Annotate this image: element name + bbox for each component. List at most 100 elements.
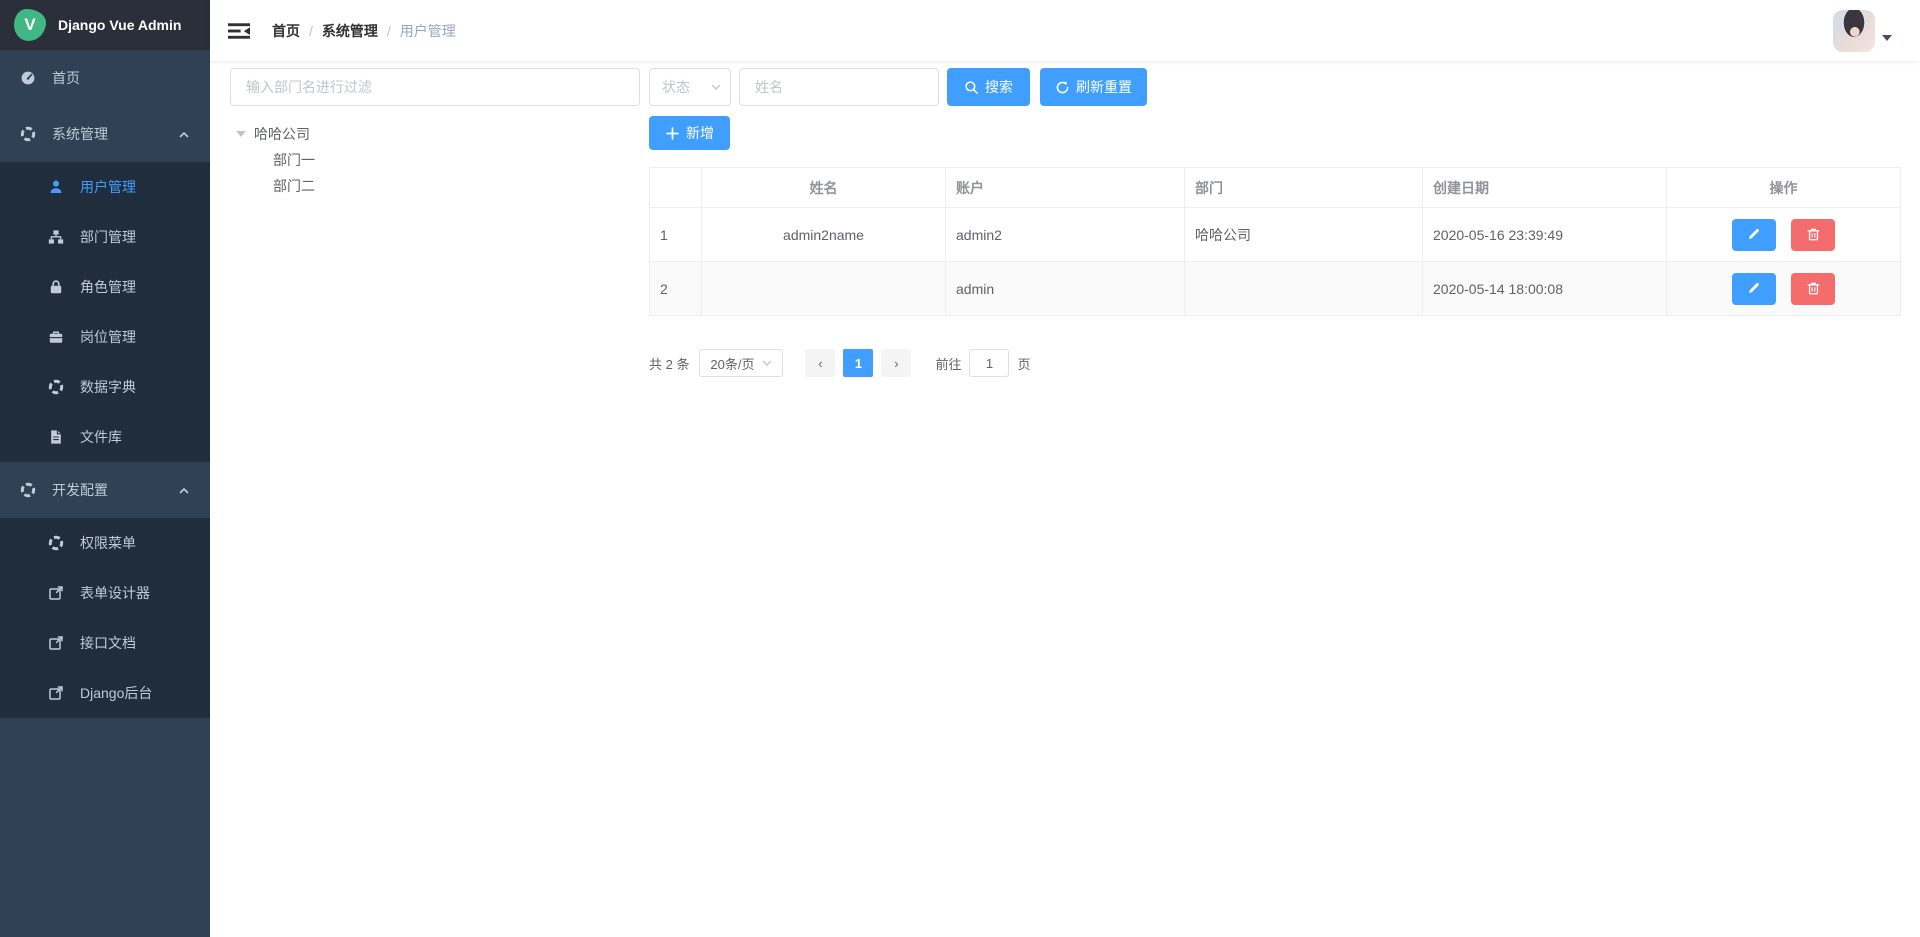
chevron-up-icon xyxy=(178,484,190,496)
sidebar-item-users[interactable]: 用户管理 xyxy=(0,162,210,212)
edit-button[interactable] xyxy=(1732,219,1776,251)
app-root: V Django Vue Admin 首页 系统管理 用户管理 部门 xyxy=(0,0,1920,937)
table-row: 2 admin 2020-05-14 18:00:08 xyxy=(650,262,1901,316)
refresh-icon xyxy=(1055,80,1070,95)
page-size-select[interactable]: 20条/页 xyxy=(699,349,783,377)
trash-icon xyxy=(1806,281,1821,296)
sidebar-item-departments[interactable]: 部门管理 xyxy=(0,212,210,262)
page-number-button[interactable]: 1 xyxy=(843,349,873,377)
caret-down-icon[interactable] xyxy=(1882,35,1892,41)
col-header-account: 账户 xyxy=(946,168,1185,208)
tree-node-label: 部门二 xyxy=(273,176,315,196)
sidebar-item-api-docs[interactable]: 接口文档 xyxy=(0,618,210,668)
tree-node-child[interactable]: 部门二 xyxy=(230,173,640,199)
external-link-icon xyxy=(48,685,64,701)
dashboard-icon xyxy=(20,70,36,86)
status-select-placeholder: 状态 xyxy=(662,77,690,97)
sidebar-item-devconfig[interactable]: 开发配置 xyxy=(0,462,210,518)
sidebar-menu: 首页 系统管理 用户管理 部门管理 角色管理 xyxy=(0,50,210,937)
cell-name: admin2name xyxy=(702,208,946,262)
cell-name xyxy=(702,262,946,316)
app-logo-icon: V xyxy=(14,9,46,41)
plus-icon xyxy=(665,126,680,141)
avatar[interactable] xyxy=(1833,10,1875,52)
cell-department: 哈哈公司 xyxy=(1185,208,1423,262)
sidebar-item-home[interactable]: 首页 xyxy=(0,50,210,106)
filter-row: 状态 搜索 刷新重置 xyxy=(649,68,1901,106)
search-button-label: 搜索 xyxy=(985,77,1013,97)
main-area: 首页 / 系统管理 / 用户管理 哈哈公司 xyxy=(210,0,1920,937)
pagination: 共 2 条 20条/页 ‹ 1 › 前往 页 xyxy=(649,349,1901,377)
top-navbar: 首页 / 系统管理 / 用户管理 xyxy=(210,0,1920,61)
tree-expand-caret-icon[interactable] xyxy=(236,131,246,137)
add-button-label: 新增 xyxy=(686,123,714,143)
col-header-created: 创建日期 xyxy=(1423,168,1667,208)
tree-node-child[interactable]: 部门一 xyxy=(230,147,640,173)
app-title: Django Vue Admin xyxy=(58,17,181,33)
department-panel: 哈哈公司 部门一 部门二 xyxy=(230,68,640,199)
next-page-button[interactable]: › xyxy=(881,349,911,377)
breadcrumb-item-home[interactable]: 首页 xyxy=(272,21,300,41)
component-icon xyxy=(20,482,36,498)
page-content: 哈哈公司 部门一 部门二 状态 xyxy=(210,61,1920,937)
breadcrumb-item-system[interactable]: 系统管理 xyxy=(322,21,378,41)
delete-button[interactable] xyxy=(1791,273,1835,305)
name-filter-input[interactable] xyxy=(739,68,939,106)
pagination-total: 共 2 条 xyxy=(649,354,689,373)
navbar-right xyxy=(1833,10,1892,52)
sidebar-item-label: 权限菜单 xyxy=(80,533,136,553)
external-link-icon xyxy=(48,585,64,601)
chevron-down-icon xyxy=(710,81,722,93)
add-button[interactable]: 新增 xyxy=(649,116,730,150)
cell-actions xyxy=(1667,208,1901,262)
table-row: 1 admin2name admin2 哈哈公司 2020-05-16 23:3… xyxy=(650,208,1901,262)
lock-icon xyxy=(48,279,64,295)
sidebar-item-label: 角色管理 xyxy=(80,277,136,297)
sidebar-item-system[interactable]: 系统管理 xyxy=(0,106,210,162)
sidebar-item-posts[interactable]: 岗位管理 xyxy=(0,312,210,362)
delete-button[interactable] xyxy=(1791,219,1835,251)
edit-button[interactable] xyxy=(1732,273,1776,305)
trash-icon xyxy=(1806,227,1821,242)
sidebar-item-roles[interactable]: 角色管理 xyxy=(0,262,210,312)
goto-label: 前往 xyxy=(935,354,961,373)
sidebar-item-files[interactable]: 文件库 xyxy=(0,412,210,462)
edit-pencil-icon xyxy=(1746,227,1761,242)
cell-created: 2020-05-16 23:39:49 xyxy=(1423,208,1667,262)
prev-page-button[interactable]: ‹ xyxy=(805,349,835,377)
search-button[interactable]: 搜索 xyxy=(947,68,1030,106)
table-header-row: 姓名 账户 部门 创建日期 操作 xyxy=(650,168,1901,208)
sidebar-item-label: 开发配置 xyxy=(52,480,108,500)
chevron-up-icon xyxy=(178,128,190,140)
col-header-index xyxy=(650,168,702,208)
refresh-reset-button[interactable]: 刷新重置 xyxy=(1040,68,1147,106)
sidebar-item-dictionary[interactable]: 数据字典 xyxy=(0,362,210,412)
sidebar-item-label: 岗位管理 xyxy=(80,327,136,347)
breadcrumb-item-current: 用户管理 xyxy=(400,21,456,41)
sidebar-item-label: 部门管理 xyxy=(80,227,136,247)
cell-account: admin xyxy=(946,262,1185,316)
cell-index: 2 xyxy=(650,262,702,316)
sitemap-icon xyxy=(48,229,64,245)
external-link-icon xyxy=(48,635,64,651)
status-select[interactable]: 状态 xyxy=(649,68,731,106)
sidebar-item-label: 数据字典 xyxy=(80,377,136,397)
users-table: 姓名 账户 部门 创建日期 操作 1 admin2name admin2 哈哈公 xyxy=(649,167,1901,316)
sidebar-item-permission-menu[interactable]: 权限菜单 xyxy=(0,518,210,568)
submenu-devconfig: 权限菜单 表单设计器 接口文档 Django后台 xyxy=(0,518,210,718)
sidebar: V Django Vue Admin 首页 系统管理 用户管理 部门 xyxy=(0,0,210,937)
dept-filter-input[interactable] xyxy=(230,68,640,106)
component-icon xyxy=(48,379,64,395)
sidebar-item-label: 用户管理 xyxy=(80,177,136,197)
hamburger-icon[interactable] xyxy=(228,20,250,42)
department-tree: 哈哈公司 部门一 部门二 xyxy=(230,121,640,199)
col-header-department: 部门 xyxy=(1185,168,1423,208)
logo-link[interactable]: V Django Vue Admin xyxy=(0,0,210,50)
sidebar-item-django-admin[interactable]: Django后台 xyxy=(0,668,210,718)
cell-account: admin2 xyxy=(946,208,1185,262)
sidebar-item-label: 首页 xyxy=(52,68,80,88)
tree-node-root[interactable]: 哈哈公司 xyxy=(230,121,640,147)
col-header-name: 姓名 xyxy=(702,168,946,208)
goto-page-input[interactable] xyxy=(969,349,1009,377)
sidebar-item-form-designer[interactable]: 表单设计器 xyxy=(0,568,210,618)
